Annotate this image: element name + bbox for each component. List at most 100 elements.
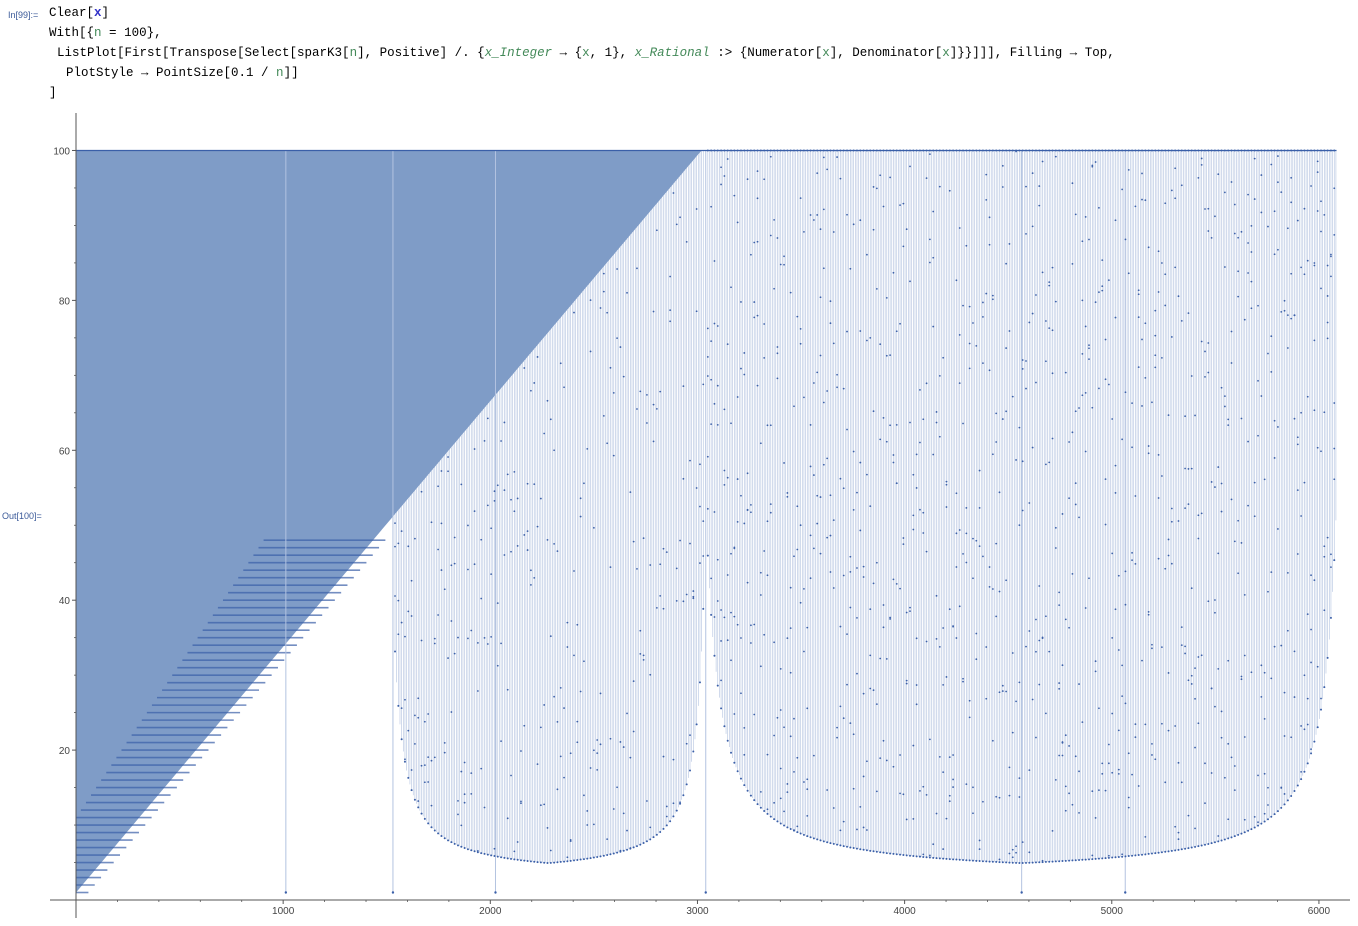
data-point <box>1330 253 1332 256</box>
data-point <box>1107 743 1110 746</box>
data-point <box>776 352 779 355</box>
data-point <box>1313 339 1316 342</box>
data-point <box>836 736 838 739</box>
data-point <box>829 494 832 497</box>
data-point <box>573 570 575 572</box>
data-point <box>763 323 766 325</box>
data-point <box>1290 317 1293 320</box>
data-point <box>1061 860 1064 863</box>
data-point <box>602 272 605 275</box>
data-point <box>440 569 443 571</box>
data-point <box>639 843 642 846</box>
data-point <box>730 286 732 289</box>
data-point <box>649 564 652 566</box>
data-point <box>1253 515 1256 518</box>
data-point <box>1267 352 1269 355</box>
data-point <box>713 402 716 405</box>
data-point <box>909 165 911 168</box>
data-point <box>1020 891 1023 894</box>
data-point <box>1180 319 1183 322</box>
data-point <box>1101 289 1104 292</box>
data-point <box>899 853 902 856</box>
data-point <box>1031 172 1034 175</box>
data-point <box>998 796 1001 799</box>
data-point <box>928 738 931 741</box>
data-point <box>1243 831 1246 834</box>
data-point <box>1094 301 1097 304</box>
data-point <box>948 756 951 759</box>
data-point <box>779 667 782 670</box>
data-point <box>1005 410 1008 413</box>
data-point <box>856 567 858 569</box>
data-point <box>1194 697 1196 700</box>
data-point <box>809 577 812 580</box>
data-point <box>806 835 809 838</box>
data-point <box>1267 786 1269 789</box>
data-point <box>1220 482 1223 485</box>
data-point <box>723 616 726 619</box>
data-point <box>912 818 915 820</box>
data-point <box>1286 629 1289 632</box>
data-point <box>1170 562 1173 565</box>
data-point <box>739 777 742 780</box>
data-point <box>1263 478 1266 481</box>
data-point <box>573 654 575 657</box>
data-point <box>1107 279 1110 282</box>
data-point <box>622 746 625 748</box>
data-point <box>826 841 829 844</box>
list-plot[interactable]: 1000 2000 3000 4000 5000 600020406080100 <box>0 0 1358 926</box>
data-point <box>576 858 579 861</box>
data-point <box>985 646 988 648</box>
data-point <box>596 768 599 771</box>
data-point <box>1204 208 1206 210</box>
data-point <box>849 555 852 558</box>
data-point <box>889 616 892 619</box>
data-point <box>839 625 842 628</box>
data-point <box>786 791 789 794</box>
data-point <box>659 390 662 393</box>
data-point <box>909 421 911 424</box>
data-point <box>1044 463 1047 466</box>
data-point <box>753 241 756 244</box>
data-point <box>500 440 502 442</box>
data-point <box>716 558 719 561</box>
data-point <box>902 854 905 857</box>
data-point <box>859 330 862 332</box>
data-point <box>652 403 655 406</box>
data-point <box>1087 858 1090 861</box>
data-point <box>443 588 446 591</box>
data-point <box>636 267 638 270</box>
data-point <box>1227 659 1230 662</box>
data-point <box>463 801 466 804</box>
data-point <box>756 314 759 317</box>
data-point <box>1074 503 1077 506</box>
data-point <box>530 584 532 586</box>
data-point <box>579 858 582 861</box>
data-point <box>806 778 809 781</box>
data-point <box>905 679 908 682</box>
data-point <box>1018 777 1021 780</box>
y-tick-label: 20 <box>59 746 71 757</box>
data-point <box>899 204 901 206</box>
data-point <box>702 555 705 557</box>
data-point <box>1283 691 1286 694</box>
data-point <box>566 621 569 624</box>
data-point <box>1177 831 1180 834</box>
data-point <box>1154 366 1157 369</box>
data-point <box>836 386 838 389</box>
data-point <box>583 482 585 485</box>
data-point <box>679 216 681 219</box>
data-point <box>1161 356 1163 359</box>
data-point <box>1124 891 1127 894</box>
data-point <box>862 826 865 829</box>
data-point <box>982 555 984 558</box>
data-point <box>1283 793 1286 795</box>
data-point <box>1038 185 1041 187</box>
data-point <box>1071 859 1074 862</box>
data-point <box>852 508 855 511</box>
data-point <box>1277 426 1279 428</box>
data-point <box>1084 391 1087 394</box>
data-point <box>1058 682 1061 684</box>
data-point <box>733 713 736 715</box>
data-point <box>889 354 892 357</box>
